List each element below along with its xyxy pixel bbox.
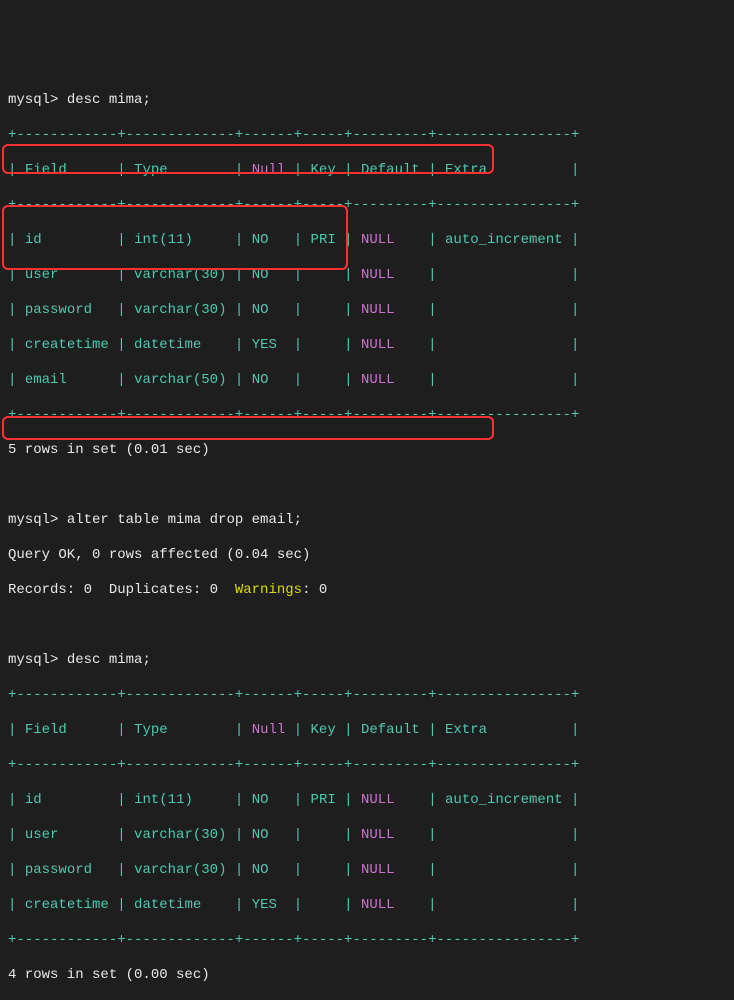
terminal-output: mysql> desc mima; +------------+--------… — [8, 74, 726, 1000]
prompt: mysql> — [8, 92, 58, 108]
table-row: | createtime | datetime | YES | | NULL |… — [8, 897, 726, 915]
command-desc2: desc mima; — [67, 652, 151, 668]
summary-text: 5 rows in set (0.01 sec) — [8, 442, 726, 460]
table-row: | user | varchar(30) | NO | | NULL | | — [8, 267, 726, 285]
table-row: | user | varchar(30) | NO | | NULL | | — [8, 827, 726, 845]
result-text: Records: 0 Duplicates: 0 Warnings: 0 — [8, 582, 726, 600]
table-row: | email | varchar(50) | NO | | NULL | | — [8, 372, 726, 390]
table-row: | id | int(11) | NO | PRI | NULL | auto_… — [8, 232, 726, 250]
table-header-row: | Field | Type | Null | Key | Default | … — [8, 162, 726, 180]
prompt: mysql> — [8, 652, 58, 668]
table-separator: +------------+-------------+------+-----… — [8, 687, 726, 705]
result-text: Query OK, 0 rows affected (0.04 sec) — [8, 547, 726, 565]
table-separator: +------------+-------------+------+-----… — [8, 407, 726, 425]
summary-text: 4 rows in set (0.00 sec) — [8, 967, 726, 985]
table-header-row: | Field | Type | Null | Key | Default | … — [8, 722, 726, 740]
table-row: | password | varchar(30) | NO | | NULL |… — [8, 302, 726, 320]
table-row: | createtime | datetime | YES | | NULL |… — [8, 337, 726, 355]
command-desc1: desc mima; — [67, 92, 151, 108]
table-separator: +------------+-------------+------+-----… — [8, 197, 726, 215]
table-separator: +------------+-------------+------+-----… — [8, 127, 726, 145]
table-separator: +------------+-------------+------+-----… — [8, 757, 726, 775]
table-row: | password | varchar(30) | NO | | NULL |… — [8, 862, 726, 880]
command-alter: alter table mima drop email; — [67, 512, 302, 528]
table-separator: +------------+-------------+------+-----… — [8, 932, 726, 950]
prompt: mysql> — [8, 512, 58, 528]
table-row: | id | int(11) | NO | PRI | NULL | auto_… — [8, 792, 726, 810]
